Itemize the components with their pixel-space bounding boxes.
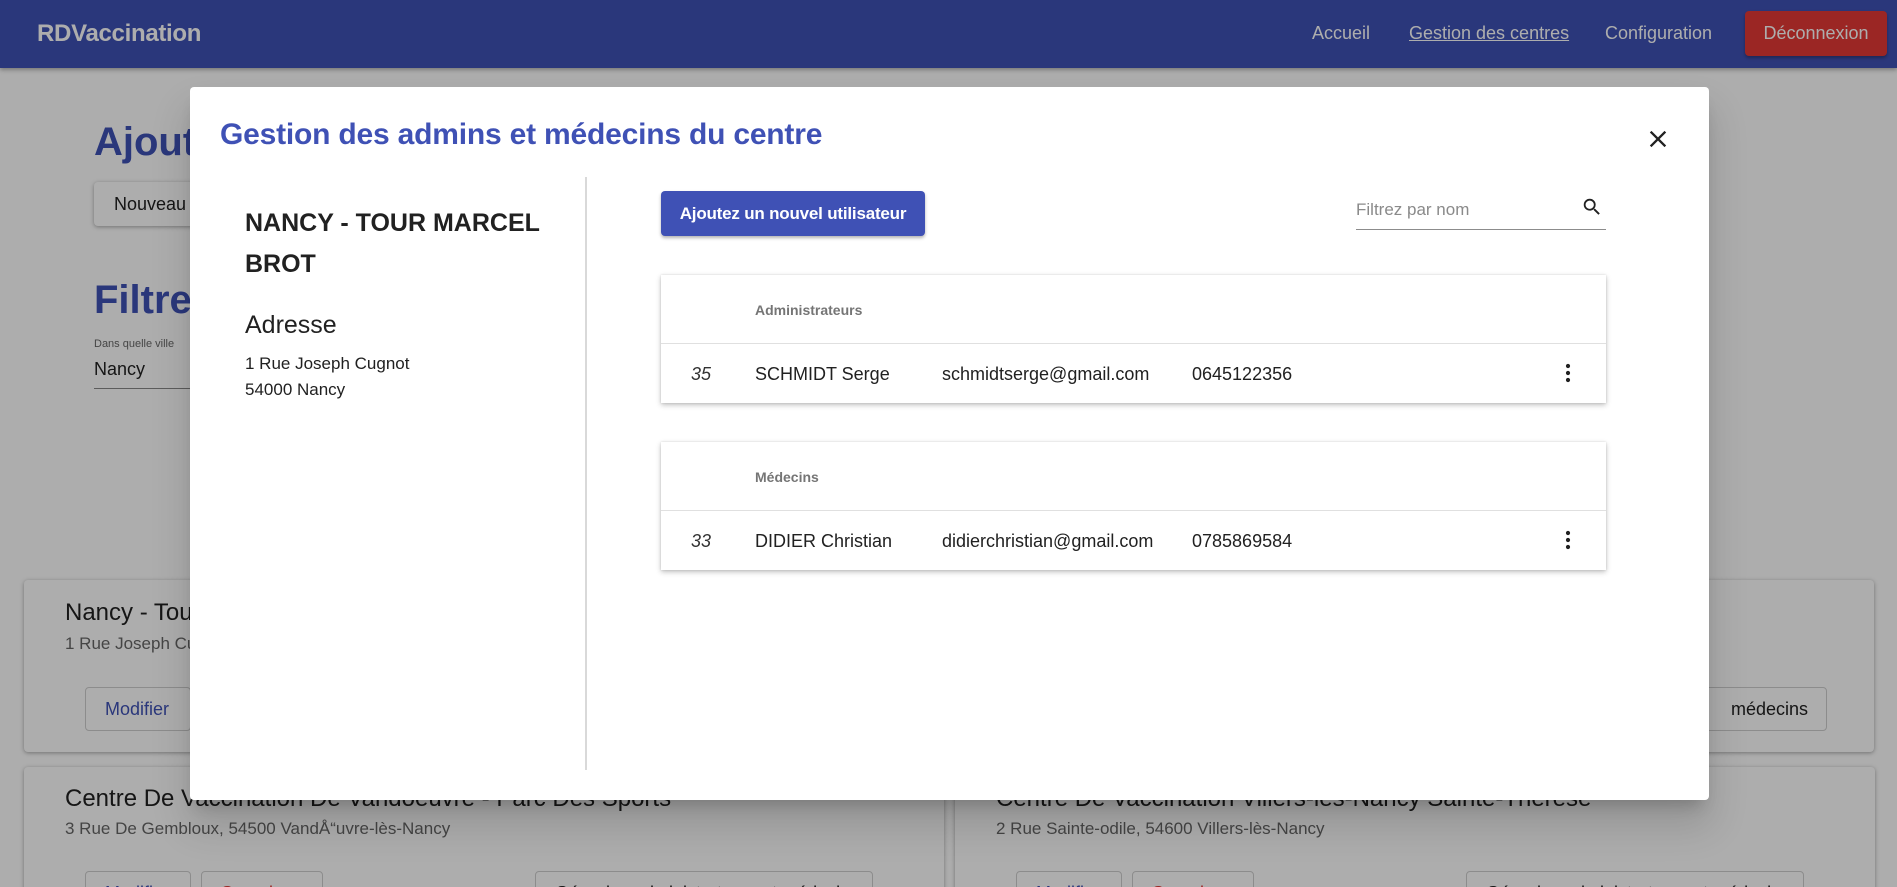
name-filter-input[interactable] xyxy=(1356,198,1566,222)
more-vert-icon[interactable] xyxy=(1556,528,1580,552)
center-info-panel: NANCY - TOUR MARCEL BROT Adresse 1 Rue J… xyxy=(190,177,587,770)
dialog-title: Gestion des admins et médecins du centre xyxy=(220,118,823,151)
close-icon xyxy=(1649,130,1667,148)
close-button[interactable] xyxy=(1644,125,1672,153)
medecins-table: Médecins 33 DIDIER Christian didierchris… xyxy=(661,442,1606,570)
name-filter-field xyxy=(1356,190,1606,230)
user-name: DIDIER Christian xyxy=(755,531,893,551)
table-row: 33 DIDIER Christian didierchristian@gmai… xyxy=(661,511,1606,570)
user-email: didierchristian@gmail.com xyxy=(942,531,1154,551)
address-heading: Adresse xyxy=(245,311,337,339)
address-street: 1 Rue Joseph Cugnot xyxy=(245,354,410,373)
user-email: schmidtserge@gmail.com xyxy=(942,364,1150,384)
user-name: SCHMIDT Serge xyxy=(755,364,890,384)
user-id: 33 xyxy=(691,531,712,551)
admins-table: Administrateurs 35 SCHMIDT Serge schmidt… xyxy=(661,275,1606,403)
search-icon[interactable] xyxy=(1581,196,1603,218)
staff-management-dialog: Gestion des admins et médecins du centre… xyxy=(190,87,1709,800)
table-row: 35 SCHMIDT Serge schmidtserge@gmail.com … xyxy=(661,344,1606,403)
more-vert-icon[interactable] xyxy=(1556,361,1580,385)
medecins-table-header: Médecins xyxy=(661,442,1606,511)
center-name: NANCY - TOUR MARCEL BROT xyxy=(245,209,540,278)
user-id: 35 xyxy=(691,364,712,384)
admins-table-header: Administrateurs xyxy=(661,275,1606,344)
user-phone: 0785869584 xyxy=(1192,531,1293,551)
user-phone: 0645122356 xyxy=(1192,364,1293,384)
medecins-column-header: Médecins xyxy=(755,469,819,485)
add-user-button[interactable]: Ajoutez un nouvel utilisateur xyxy=(661,191,925,236)
admins-column-header: Administrateurs xyxy=(755,302,863,318)
address-city: 54000 Nancy xyxy=(245,380,346,399)
